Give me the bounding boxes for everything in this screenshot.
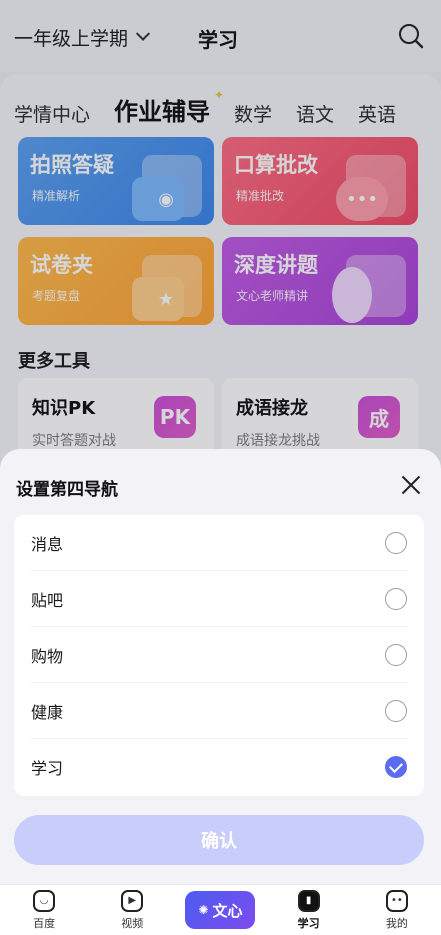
baidu-face-icon: ◡ [33,889,56,912]
app-root: 一年级上学期 学习 学情中心 作业辅导 ✦ 数学 语文 英语 拍照答疑 精准解析… [0,0,441,935]
nav-label: 我的 [385,916,408,930]
close-icon[interactable] [399,473,423,497]
radio-button[interactable] [385,699,407,722]
option-row-shopping[interactable]: 购物 [31,627,407,683]
nav-option-list: 消息 贴吧 购物 健康 学习 [14,515,424,796]
option-label: 健康 [31,702,64,722]
bottom-nav: ◡ 百度 ▶ 视频 ✺ 文心 ▮ 学习 •• 我的 [0,884,441,935]
option-row-messages[interactable]: 消息 [31,515,407,571]
wenxin-label: 文心 [212,901,243,920]
radio-button[interactable] [385,643,407,666]
nav-item-wenxin[interactable]: ✺ 文心 [185,891,256,929]
option-row-health[interactable]: 健康 [31,683,407,739]
radio-button[interactable] [385,587,407,610]
nav-item-video[interactable]: ▶ 视频 [102,889,162,931]
nav-label: 百度 [33,916,56,930]
study-icon: ▮ [297,889,320,912]
nav-item-study[interactable]: ▮ 学习 [279,889,339,931]
confirm-button[interactable]: 确认 [14,815,424,865]
play-icon: ▶ [121,889,144,912]
nav-label: 视频 [121,916,144,930]
option-label: 购物 [31,646,64,666]
option-label: 贴吧 [31,590,64,610]
option-row-study[interactable]: 学习 [31,739,407,795]
profile-icon: •• [385,889,408,912]
nav-setting-sheet: 设置第四导航 消息 贴吧 购物 健康 学习 确认 [0,449,441,889]
option-label: 消息 [31,534,64,554]
nav-item-profile[interactable]: •• 我的 [367,889,427,931]
sheet-title: 设置第四导航 [16,480,118,500]
wenxin-icon: ✺ [198,903,209,917]
radio-button-checked[interactable] [385,756,407,778]
radio-button[interactable] [385,531,407,554]
option-label: 学习 [31,759,64,778]
wenxin-button[interactable]: ✺ 文心 [185,891,256,929]
option-row-tieba[interactable]: 贴吧 [31,571,407,627]
nav-label: 学习 [297,916,320,930]
nav-item-baidu[interactable]: ◡ 百度 [14,889,74,931]
